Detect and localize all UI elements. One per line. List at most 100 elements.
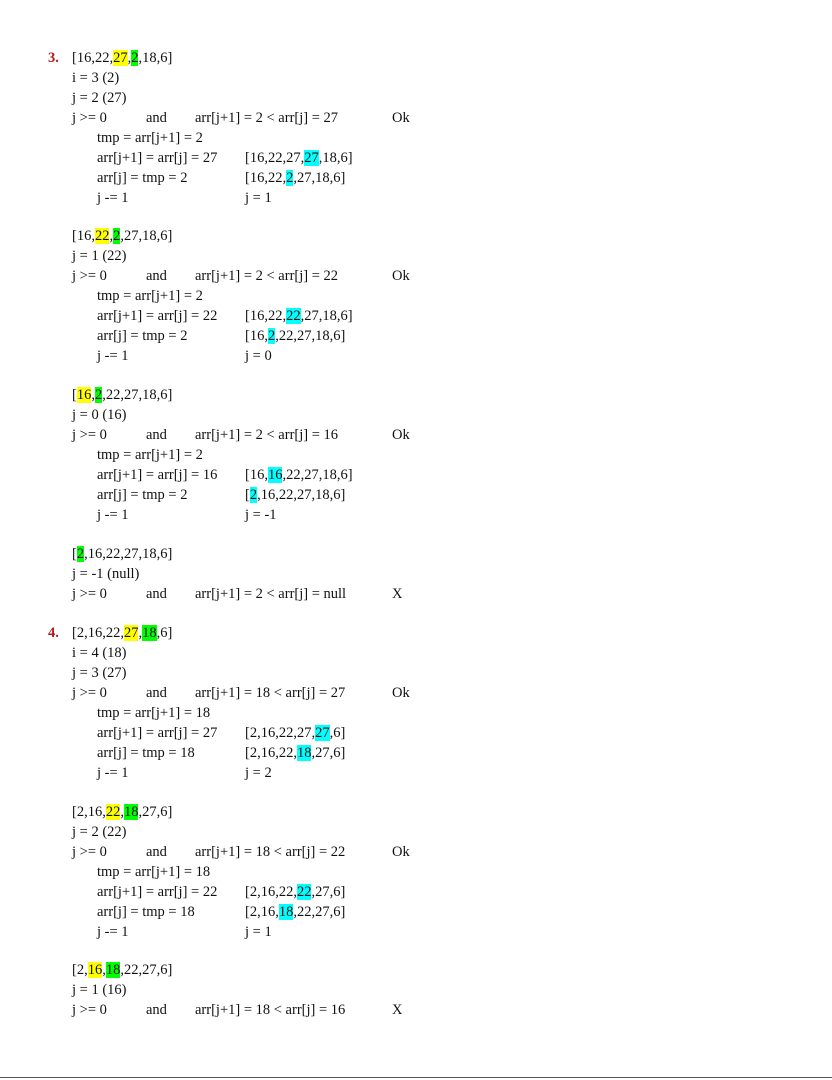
array-text: ,22,27,18,6] <box>275 328 346 344</box>
condition-j: j >= 0 <box>72 586 107 602</box>
condition-and: and <box>146 268 167 284</box>
array-text: [16,22,27, <box>245 150 305 166</box>
condition-j: j >= 0 <box>72 268 107 284</box>
step-operation: arr[j+1] = arr[j] = 22 <box>97 308 218 324</box>
step-line: arr[j+1] = arr[j] = 22 [2,16,22,22,27,6] <box>72 882 772 902</box>
step-result: j = 1 <box>245 188 272 208</box>
iteration-block: [2,16,22,27,18,6] i = 4 (18) j = 3 (27) j >… <box>72 623 772 783</box>
index-line: j = -1 (null) <box>72 566 140 582</box>
condition-and: and <box>146 586 167 602</box>
step-operation: tmp = arr[j+1] = 2 <box>97 447 203 463</box>
step-line: arr[j+1] = arr[j] = 16 [16,16,22,27,18,6] <box>72 465 772 485</box>
condition-and: and <box>146 427 167 443</box>
array-text: [16,22, <box>245 170 287 186</box>
condition-compare: arr[j+1] = 18 < arr[j] = 27 <box>195 685 346 701</box>
step-result: [2,16,22,27,27,6] <box>245 723 345 743</box>
array-text: ,6] <box>329 725 346 741</box>
highlighted-value: 16 <box>76 387 92 403</box>
step-number: 4. <box>48 625 59 641</box>
array-text: ,16,22,27,18,6] <box>257 487 346 503</box>
highlighted-value: 2 <box>249 487 258 503</box>
array-text: ,18,6] <box>318 150 353 166</box>
condition-j: j >= 0 <box>72 1002 107 1018</box>
index-line: j = 0 (16) <box>72 407 127 423</box>
step-line: arr[j] = tmp = 2 [16,22,2,27,18,6] <box>72 168 772 188</box>
condition-compare: arr[j+1] = 2 < arr[j] = 16 <box>195 427 339 443</box>
condition-result: Ok <box>392 268 410 284</box>
array-text: ,27,18,6] <box>293 170 346 186</box>
highlighted-value: 18 <box>142 625 157 641</box>
iteration-block: [16,22,2,27,18,6] j = 1 (22) j >= 0 and arr[… <box>72 226 772 366</box>
iteration-block: [16,22,27,2,18,6] i = 3 (2) j = 2 (27) j >=… <box>72 48 772 208</box>
condition-and: and <box>146 110 167 126</box>
array-text: [2,16,22, <box>72 625 124 641</box>
condition-result: Ok <box>392 685 410 701</box>
array-state: [2,16,22,18,27,6] <box>72 802 772 822</box>
array-state: [2,16,22,27,18,6] <box>72 544 772 564</box>
step-line: tmp = arr[j+1] = 2 <box>72 445 772 465</box>
condition-line: j >= 0 and arr[j+1] = 2 < arr[j] = null X <box>72 584 772 604</box>
array-text: ,27,6] <box>311 884 346 900</box>
condition-and: and <box>146 1002 167 1018</box>
array-text: ,18,6] <box>138 50 173 66</box>
array-state: [16,2,22,27,18,6] <box>72 385 772 405</box>
highlighted-value: 18 <box>278 904 294 920</box>
step-operation: arr[j+1] = arr[j] = 16 <box>97 467 218 483</box>
step-operation: tmp = arr[j+1] = 2 <box>97 130 203 146</box>
array-text: [2,16, <box>72 804 106 820</box>
step-number: 3. <box>48 50 59 66</box>
array-text: [2,16,22, <box>245 884 297 900</box>
step-line: arr[j+1] = arr[j] = 27 [2,16,22,27,27,6] <box>72 723 772 743</box>
step-line: tmp = arr[j+1] = 2 <box>72 286 772 306</box>
condition-and: and <box>146 685 167 701</box>
condition-result: Ok <box>392 844 410 860</box>
step-operation: tmp = arr[j+1] = 2 <box>97 288 203 304</box>
step-result: [2,16,22,18,27,6] <box>245 743 345 763</box>
step-line: j -= 1 j = 1 <box>72 922 772 942</box>
condition-compare: arr[j+1] = 2 < arr[j] = 27 <box>195 110 339 126</box>
step-line: arr[j] = tmp = 2 [2,16,22,27,18,6] <box>72 485 772 505</box>
array-text: j = -1 <box>245 507 277 523</box>
step-operation: j -= 1 <box>97 765 129 781</box>
condition-result: Ok <box>392 427 410 443</box>
condition-compare: arr[j+1] = 2 < arr[j] = 22 <box>195 268 339 284</box>
iteration-block: [2,16,22,27,18,6] j = -1 (null) j >= 0 and a… <box>72 544 772 604</box>
condition-line: j >= 0 and arr[j+1] = 2 < arr[j] = 22 Ok <box>72 266 772 286</box>
step-operation: arr[j+1] = arr[j] = 27 <box>97 150 218 166</box>
index-line: j = 3 (27) <box>72 665 127 681</box>
step-operation: arr[j+1] = arr[j] = 27 <box>97 725 218 741</box>
document-page: 3. [16,22,27, 2 ,18,6] i = 3 (2) j = 2 (27) j … <box>0 0 832 1080</box>
index-line: j = 2 (27) <box>72 90 127 106</box>
array-text: [16, <box>72 228 95 244</box>
condition-line: j >= 0 and arr[j+1] = 18 < arr[j] = 16 X <box>72 1000 772 1020</box>
step-line: tmp = arr[j+1] = 18 <box>72 703 772 723</box>
step-line: arr[j] = tmp = 18 [2,16,22,18,27,6] <box>72 743 772 763</box>
step-operation: j -= 1 <box>97 507 129 523</box>
highlighted-value: 18 <box>105 962 121 978</box>
step-operation: j -= 1 <box>97 190 129 206</box>
array-text: ,27,6] <box>138 804 173 820</box>
step-line: arr[j+1] = arr[j] = 27 [16,22,27,27,18,6] <box>72 148 772 168</box>
step-operation: j -= 1 <box>97 924 129 940</box>
index-line: i = 3 (2) <box>72 70 120 86</box>
array-text: [2,16,22, <box>245 745 297 761</box>
highlighted-value: 22 <box>286 308 301 324</box>
condition-j: j >= 0 <box>72 844 107 860</box>
array-text: j = 2 <box>245 765 272 781</box>
step-result: [16,2,22,27,18,6] <box>245 326 345 346</box>
step-line: tmp = arr[j+1] = 2 <box>72 128 772 148</box>
step-line: j -= 1 j = 2 <box>72 763 772 783</box>
iteration-block: [16,2,22,27,18,6] j = 0 (16) j >= 0 and arr[… <box>72 385 772 525</box>
step-operation: arr[j] = tmp = 2 <box>97 328 188 344</box>
step-operation: arr[j] = tmp = 18 <box>97 904 195 920</box>
step-result: [16,22,22,27,18,6] <box>245 306 353 326</box>
step-line: arr[j] = tmp = 2 [16,2,22,27,18,6] <box>72 326 772 346</box>
step-result: j = 0 <box>245 346 272 366</box>
highlighted-value: 16 <box>87 962 103 978</box>
condition-line: j >= 0 and arr[j+1] = 2 < arr[j] = 16 Ok <box>72 425 772 445</box>
condition-compare: arr[j+1] = 18 < arr[j] = 16 <box>195 1002 346 1018</box>
step-line: arr[j] = tmp = 18 [2,16,18,22,27,6] <box>72 902 772 922</box>
array-state: [2,16,18,22,27,6] <box>72 960 772 980</box>
step-operation: tmp = arr[j+1] = 18 <box>97 705 211 721</box>
iteration-block: [2,16,18,22,27,6] j = 1 (16) j >= 0 and arr[… <box>72 960 772 1020</box>
